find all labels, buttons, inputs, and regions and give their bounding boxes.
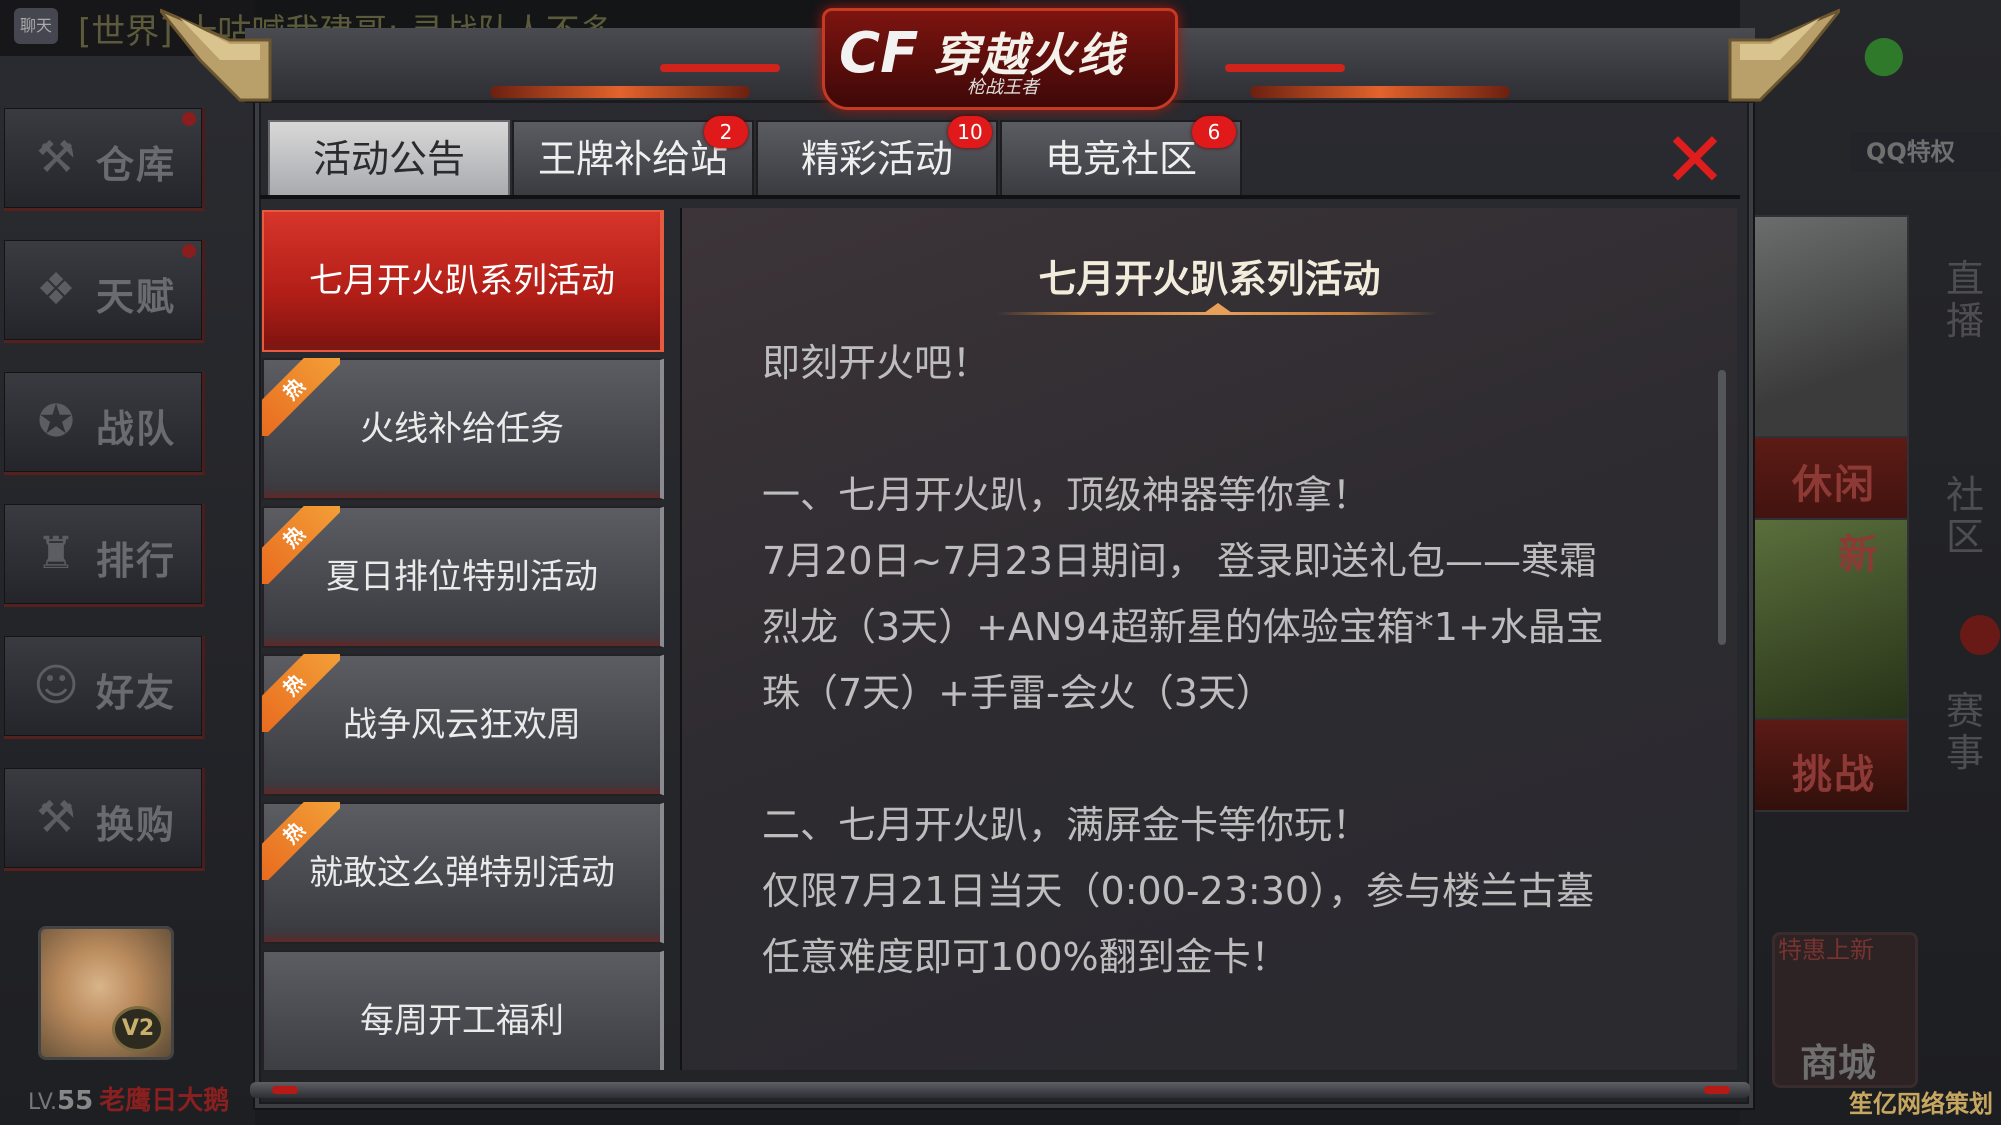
list-item-war-carnival[interactable]: 热 战争风云狂欢周 — [262, 654, 664, 796]
list-item-label: 七月开火趴系列活动 — [309, 261, 615, 301]
sidebar-item-label: 战队 — [96, 407, 177, 451]
list-item-supply-mission[interactable]: 热 火线补给任务 — [262, 358, 664, 500]
star-badge-icon: ✪ — [37, 396, 75, 447]
events-tab[interactable]: 赛事 — [1945, 690, 1985, 774]
sidebar-item-warehouse[interactable]: ⚒ 仓库 — [4, 108, 205, 211]
qq-privilege-button[interactable]: QQ特权 — [1850, 132, 2001, 172]
tab-badge: 10 — [948, 116, 992, 148]
frame-light-left — [272, 1086, 298, 1094]
community-tab[interactable]: 社区 — [1945, 474, 1985, 558]
notification-dot — [182, 244, 196, 258]
notification-orb — [1960, 615, 2000, 655]
header-light-right — [1225, 64, 1345, 72]
content-line: 7月20日~7月23日期间， 登录即送礼包——寒霜 — [762, 539, 1597, 583]
level-prefix: LV. — [28, 1090, 58, 1115]
close-button[interactable]: ✕ — [1660, 122, 1730, 198]
header-light-left — [660, 64, 780, 72]
tab-label: 电竞社区 — [1044, 137, 1197, 181]
shop-promo-label: 特惠上新 — [1778, 936, 1874, 964]
casual-label: 休闲 — [1792, 462, 1876, 508]
close-x-icon: ✕ — [1663, 115, 1727, 204]
tab-announcements[interactable]: 活动公告 — [268, 120, 510, 198]
content-scrollbar[interactable] — [1718, 370, 1726, 645]
shop-label: 商城 — [1800, 1041, 1877, 1085]
content-line: 烈龙（3天）+AN94超新星的体验宝箱*1+水晶宝 — [762, 605, 1604, 649]
title-underline-marker — [1204, 303, 1232, 313]
content-line — [762, 726, 1692, 792]
tab-divider — [260, 195, 1740, 199]
announcement-content: 七月开火趴系列活动 即刻开火吧！ 一、七月开火趴，顶级神器等你拿！ 7月20日~… — [680, 208, 1737, 1070]
sidebar-item-talent[interactable]: ❖ 天赋 — [4, 240, 205, 343]
player-name: 老鹰日大鹅 — [99, 1086, 230, 1116]
watermark: 笙亿网络策划 — [1849, 1090, 1993, 1118]
live-tab[interactable]: 直播 — [1945, 258, 1985, 342]
header-accent-left — [490, 86, 750, 98]
talent-icon: ❖ — [36, 264, 76, 315]
challenge-label: 挑战 — [1792, 752, 1876, 798]
list-item-special-event[interactable]: 热 就敢这么弹特别活动 — [262, 802, 664, 944]
sidebar-item-label: 排行 — [96, 539, 177, 583]
wifi-icon: ● — [1862, 24, 1906, 82]
level-value: 55 — [57, 1086, 94, 1116]
list-item-weekly-benefit[interactable]: 每周开工福利 — [262, 950, 664, 1070]
content-body: 即刻开火吧！ 一、七月开火趴，顶级神器等你拿！ 7月20日~7月23日期间， 登… — [762, 330, 1692, 990]
tab-events[interactable]: 精彩活动 10 — [756, 116, 998, 198]
list-item-label: 就敢这么弹特别活动 — [309, 853, 615, 893]
sidebar-item-label: 仓库 — [96, 143, 177, 187]
content-line: 二、七月开火趴，满屏金卡等你玩！ — [762, 803, 1371, 847]
content-line: 珠（7天）+手雷-会火（3天） — [762, 671, 1274, 715]
content-line: 任意难度即可100%翻到金卡！ — [762, 935, 1289, 979]
content-title: 七月开火趴系列活动 — [1038, 257, 1381, 301]
content-line — [762, 396, 1692, 462]
sidebar-item-label: 天赋 — [96, 275, 177, 319]
sidebar-item-friends[interactable]: ☺ 好友 — [4, 636, 205, 739]
friends-icon: ☺ — [33, 660, 79, 711]
left-wing-ornament — [160, 8, 272, 102]
event-list: 七月开火趴系列活动 热 火线补给任务 热 夏日排位特别活动 热 战争风云狂欢周 … — [262, 210, 664, 1070]
content-line: 一、七月开火趴，顶级神器等你拿！ — [762, 473, 1371, 517]
tab-badge: 2 — [704, 116, 748, 148]
list-item-label: 战争风云狂欢周 — [343, 705, 581, 745]
tab-ace-supply[interactable]: 王牌补给站 2 — [512, 116, 754, 198]
mode-tile-new[interactable] — [1745, 518, 1909, 732]
vip-badge: V2 — [112, 1006, 164, 1052]
chat-icon[interactable]: 聊天 — [14, 8, 58, 44]
list-item-july-fire-party[interactable]: 七月开火趴系列活动 — [262, 210, 664, 352]
logo-cf: CF — [839, 21, 919, 86]
sidebar-item-ranking[interactable]: ♜ 排行 — [4, 504, 205, 607]
content-line: 即刻开火吧！ — [762, 341, 991, 385]
right-wing-ornament — [1728, 8, 1840, 102]
sidebar-item-exchange[interactable]: ⚒ 换购 — [4, 768, 205, 871]
game-logo: CF 穿越火线 枪战王者 — [822, 8, 1178, 110]
logo-subtitle: 枪战王者 — [967, 77, 1039, 98]
sidebar-item-team[interactable]: ✪ 战队 — [4, 372, 205, 475]
frame-light-right — [1704, 1086, 1730, 1094]
content-line: 仅限7月21日当天（0:00-23:30），参与楼兰古墓 — [762, 869, 1595, 913]
trophy-icon: ♜ — [36, 528, 76, 579]
sidebar-item-label: 换购 — [96, 803, 177, 847]
tab-badge: 6 — [1192, 116, 1236, 148]
tab-esports-community[interactable]: 电竞社区 6 — [1000, 116, 1242, 198]
tab-label: 王牌补给站 — [537, 137, 728, 181]
list-item-label: 夏日排位特别活动 — [326, 557, 598, 597]
list-item-label: 每周开工福利 — [360, 1001, 564, 1041]
mode-tile-preview[interactable] — [1745, 215, 1909, 439]
notification-dot — [182, 112, 196, 126]
warehouse-icon: ⚒ — [36, 132, 76, 183]
tab-label: 精彩活动 — [800, 137, 953, 181]
tab-label: 活动公告 — [312, 137, 465, 181]
header-accent-right — [1250, 86, 1510, 98]
dialog-bottom-frame — [250, 1082, 1750, 1098]
player-level: LV.55 老鹰日大鹅 — [28, 1080, 229, 1117]
list-item-summer-ranked[interactable]: 热 夏日排位特别活动 — [262, 506, 664, 648]
list-item-label: 火线补给任务 — [360, 409, 564, 449]
tools-icon: ⚒ — [36, 792, 76, 843]
sidebar-item-label: 好友 — [96, 671, 177, 715]
new-label: 新 — [1838, 532, 1880, 578]
